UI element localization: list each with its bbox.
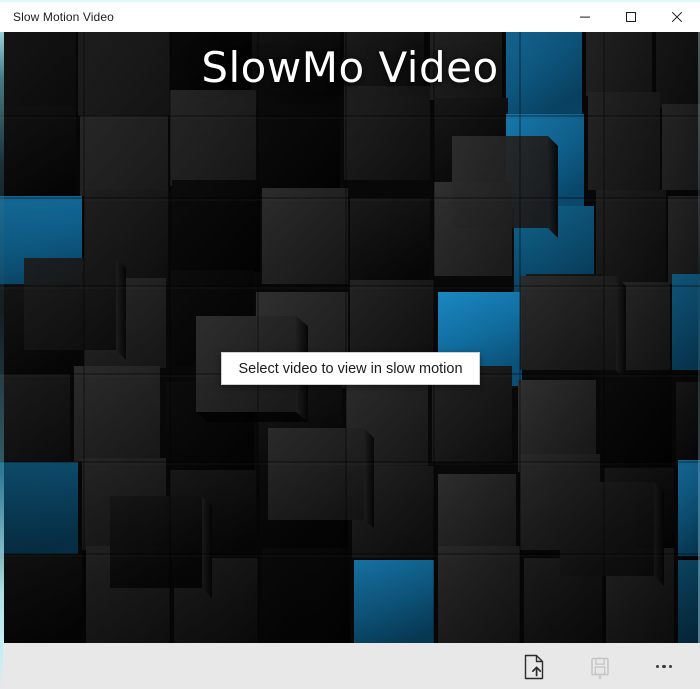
open-file-button[interactable]	[510, 645, 558, 689]
minimize-icon	[579, 11, 591, 23]
save-icon	[589, 655, 611, 679]
ellipsis-icon	[655, 664, 673, 669]
cube-wallpaper-background	[0, 30, 700, 643]
close-icon	[671, 11, 683, 23]
slow-motion-video-window: Slow Motion Video SlowMo Video Select vi…	[0, 0, 700, 689]
select-video-button[interactable]: Select video to view in slow motion	[221, 352, 480, 385]
save-button	[576, 645, 624, 689]
video-stage[interactable]: SlowMo Video Select video to view in slo…	[0, 30, 700, 643]
command-bar	[0, 643, 700, 689]
more-options-button[interactable]	[640, 645, 688, 689]
maximize-icon	[625, 11, 637, 23]
maximize-button[interactable]	[608, 2, 654, 32]
close-button[interactable]	[654, 2, 700, 32]
titlebar: Slow Motion Video	[0, 0, 700, 32]
file-upload-icon	[522, 654, 546, 680]
minimize-button[interactable]	[562, 2, 608, 32]
window-title: Slow Motion Video	[13, 10, 114, 24]
